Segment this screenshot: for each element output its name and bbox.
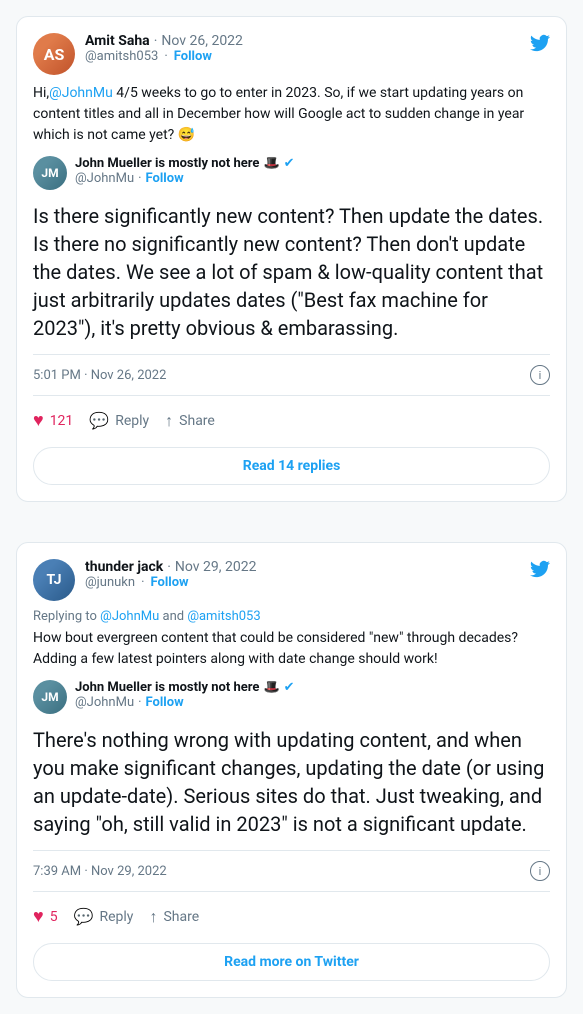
reply-icon-2: 💬 [74,907,94,926]
john-name-row-2: John Mueller is mostly not here 🎩 ✔ [75,680,550,695]
amit-handle: @amitsh053 [85,49,158,64]
tweet1-main-text: Is there significantly new content? Then… [33,202,550,342]
hat-icon-2: 🎩 [263,680,279,695]
amit-avatar: AS [33,33,75,75]
heart-icon-1: ♥ [33,410,44,431]
thunder-timestamp: Nov 29, 2022 [175,559,257,575]
tweet2-share-button[interactable]: ↑ Share [149,907,199,927]
amit-handle-row: @amitsh053 · Follow [85,49,520,64]
follow-sep-1: · [164,49,167,64]
amit-timestamp: Nov 26, 2022 [161,33,243,49]
amit-header-info: Amit Saha · Nov 26, 2022 @amitsh053 · Fo… [85,33,520,64]
nested-tweet-1: JM John Mueller is mostly not here 🎩 ✔ @… [33,156,550,190]
tweet2-likes-count: 5 [50,909,58,925]
tweet1-meta-row: 5:01 PM · Nov 26, 2022 i [33,354,550,396]
verified-icon-1: ✔ [284,156,295,171]
tweet2-reply-label: Reply [99,909,133,925]
follow-sep-4: · [138,695,141,710]
john-follow-button-2[interactable]: Follow [146,695,184,710]
hat-icon-1: 🎩 [263,156,279,171]
tweet1-share-label: Share [179,413,215,429]
tweet2-action-row: ♥ 5 💬 Reply ↑ Share [33,900,550,933]
follow-sep-3: · [141,575,144,590]
tweet1-reply-button[interactable]: 💬 Reply [89,411,149,430]
reply-icon-1: 💬 [89,411,109,430]
tweet2-main-text: There's nothing wrong with updating cont… [33,726,550,838]
verified-icon-2: ✔ [284,680,295,695]
amit-tweet-body: Hi,@JohnMu 4/5 weeks to go to enter in 2… [33,83,550,146]
tweet2-share-label: Share [163,909,199,925]
tweet1-reply-label: Reply [115,413,149,429]
john-follow-button-1[interactable]: Follow [146,171,184,186]
tweet2-like-button[interactable]: ♥ 5 [33,906,58,927]
tweet1-timestamp: 5:01 PM · Nov 26, 2022 [33,368,166,383]
tweet1-header: AS Amit Saha · Nov 26, 2022 @amitsh053 ·… [33,33,550,75]
amit-name-row: Amit Saha · Nov 26, 2022 [85,33,520,49]
share-icon-1: ↑ [165,411,173,431]
john-name-row-1: John Mueller is mostly not here 🎩 ✔ [75,156,550,171]
amit-display-name: Amit Saha [85,33,150,49]
thunder-handle-row: @junukn · Follow [85,575,520,590]
nested-tweet-2: JM John Mueller is mostly not here 🎩 ✔ @… [33,680,550,714]
john-handle-1: @JohnMu [75,171,134,186]
john-nested-info-1: John Mueller is mostly not here 🎩 ✔ @Joh… [75,156,550,186]
tweet2-reply-button[interactable]: 💬 Reply [74,907,134,926]
john-handle-row-1: @JohnMu · Follow [75,171,550,186]
heart-icon-2: ♥ [33,906,44,927]
john-nested-info-2: John Mueller is mostly not here 🎩 ✔ @Joh… [75,680,550,710]
john-display-name-1: John Mueller is mostly not here [75,156,259,171]
tweet-divider [0,518,583,526]
john-handle-2: @JohnMu [75,695,134,710]
amit-follow-button[interactable]: Follow [174,49,212,64]
thunder-display-name: thunder jack [85,559,163,575]
tweet2-header: TJ thunder jack · Nov 29, 2022 @junukn ·… [33,559,550,601]
tweet2-read-more-button[interactable]: Read more on Twitter [33,943,550,981]
follow-sep-2: · [138,171,141,186]
share-icon-2: ↑ [149,907,157,927]
tweet1-like-button[interactable]: ♥ 121 [33,410,73,431]
tweet2-timestamp: 7:39 AM · Nov 29, 2022 [33,864,167,879]
tweet1-action-row: ♥ 121 💬 Reply ↑ Share [33,404,550,437]
john-avatar-small-2: JM [33,680,67,714]
thunder-name-row: thunder jack · Nov 29, 2022 [85,559,520,575]
tweet-card-1: AS Amit Saha · Nov 26, 2022 @amitsh053 ·… [16,16,567,502]
mention-johnmu-2[interactable]: @JohnMu [100,609,159,624]
thunder-follow-button[interactable]: Follow [150,575,188,590]
tweet1-read-replies-button[interactable]: Read 14 replies [33,447,550,485]
mention-johnmu[interactable]: @JohnMu [49,85,113,101]
thunder-tweet-body: How bout evergreen content that could be… [33,628,550,670]
john-avatar-small-1: JM [33,156,67,190]
tweet1-info-icon[interactable]: i [530,365,550,385]
mention-amitsh053[interactable]: @amitsh053 [187,609,260,624]
tweet1-share-button[interactable]: ↑ Share [165,411,215,431]
thunder-header-info: thunder jack · Nov 29, 2022 @junukn · Fo… [85,559,520,590]
thunder-handle: @junukn [85,575,135,590]
john-handle-row-2: @JohnMu · Follow [75,695,550,710]
tweet1-likes-count: 121 [50,413,74,429]
tweet2-meta-row: 7:39 AM · Nov 29, 2022 i [33,850,550,892]
thunder-avatar: TJ [33,559,75,601]
twitter-icon-1 [530,33,550,58]
tweet-card-2: TJ thunder jack · Nov 29, 2022 @junukn ·… [16,542,567,998]
tweet2-replying-to: Replying to @JohnMu and @amitsh053 [33,609,550,624]
tweet2-info-icon[interactable]: i [530,861,550,881]
dot-sep-2: · [167,559,171,575]
dot-sep-1: · [154,33,158,49]
john-display-name-2: John Mueller is mostly not here [75,680,259,695]
twitter-icon-2 [530,559,550,584]
